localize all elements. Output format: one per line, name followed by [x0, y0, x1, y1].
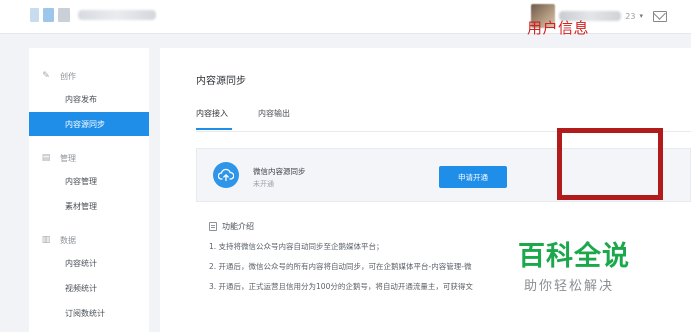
- user-info-annotation: 用户信息: [527, 19, 590, 37]
- sidebar-item-material-manage[interactable]: 素材管理: [29, 194, 149, 218]
- edit-icon: ✎: [42, 71, 50, 81]
- document-icon: [209, 222, 217, 231]
- watermark-title: 百科全说: [516, 241, 632, 273]
- manage-icon: ▤: [41, 153, 51, 163]
- apply-button[interactable]: 申请开通: [439, 166, 507, 188]
- username-suffix: 23: [625, 11, 636, 21]
- sidebar-item-content-stats[interactable]: 内容统计: [29, 251, 149, 275]
- tab-bar: 内容接入 内容输出: [196, 106, 290, 132]
- sidebar-item-subscriber-stats[interactable]: 订阅数统计: [29, 301, 149, 325]
- highlight-annotation-box: [557, 128, 663, 200]
- sidebar-section-title: 数据: [60, 235, 76, 245]
- watermark-subtitle: 助你轻松解决: [522, 278, 617, 296]
- tab-content-input[interactable]: 内容接入: [196, 106, 232, 132]
- tab-content-output[interactable]: 内容输出: [258, 106, 290, 132]
- cloud-upload-icon: [213, 162, 239, 188]
- sidebar-section-data: ▥ 数据: [29, 231, 149, 249]
- chart-icon: ▥: [41, 235, 51, 245]
- logo-text-blurred: [78, 10, 156, 20]
- sidebar-section-manage: ▤ 管理: [29, 149, 149, 167]
- sidebar-item-content-manage[interactable]: 内容管理: [29, 169, 149, 193]
- feature-intro-heading: 功能介绍: [209, 221, 254, 232]
- intro-line: 1. 支持将微信公众号内容自动同步至企鹅媒体平台；: [209, 242, 384, 251]
- card-title: 微信内容源同步: [253, 167, 306, 176]
- intro-line: 3. 开通后，正式运营且信用分为100分的企鹅号，将自动开通流量主，可获得文: [209, 282, 473, 291]
- site-logo[interactable]: [30, 8, 156, 22]
- sidebar-item-video-stats[interactable]: 视频统计: [29, 276, 149, 300]
- sidebar: ✎ 创作 内容发布 内容源同步 ▤ 管理 内容管理 素材管理 ▥ 数据 内容统计…: [29, 48, 149, 332]
- intro-line: 2. 开通后，微信公众号的所有内容将自动同步，可在企鹅媒体平台-内容管理-微: [209, 262, 472, 271]
- sidebar-section-title: 创作: [60, 71, 76, 81]
- sidebar-section-create: ✎ 创作: [29, 67, 149, 85]
- page-title: 内容源同步: [196, 76, 246, 87]
- sidebar-item-content-publish[interactable]: 内容发布: [29, 87, 149, 111]
- chevron-down-icon[interactable]: ▾: [639, 12, 643, 20]
- feature-intro-title: 功能介绍: [222, 222, 254, 231]
- sidebar-section-title: 管理: [60, 153, 76, 163]
- sidebar-item-content-sync[interactable]: 内容源同步: [29, 112, 149, 136]
- logo-mark: [58, 8, 70, 22]
- logo-mark: [30, 8, 39, 22]
- status-text: 未开通: [253, 180, 274, 188]
- mail-icon[interactable]: [653, 10, 667, 22]
- logo-mark: [43, 8, 54, 22]
